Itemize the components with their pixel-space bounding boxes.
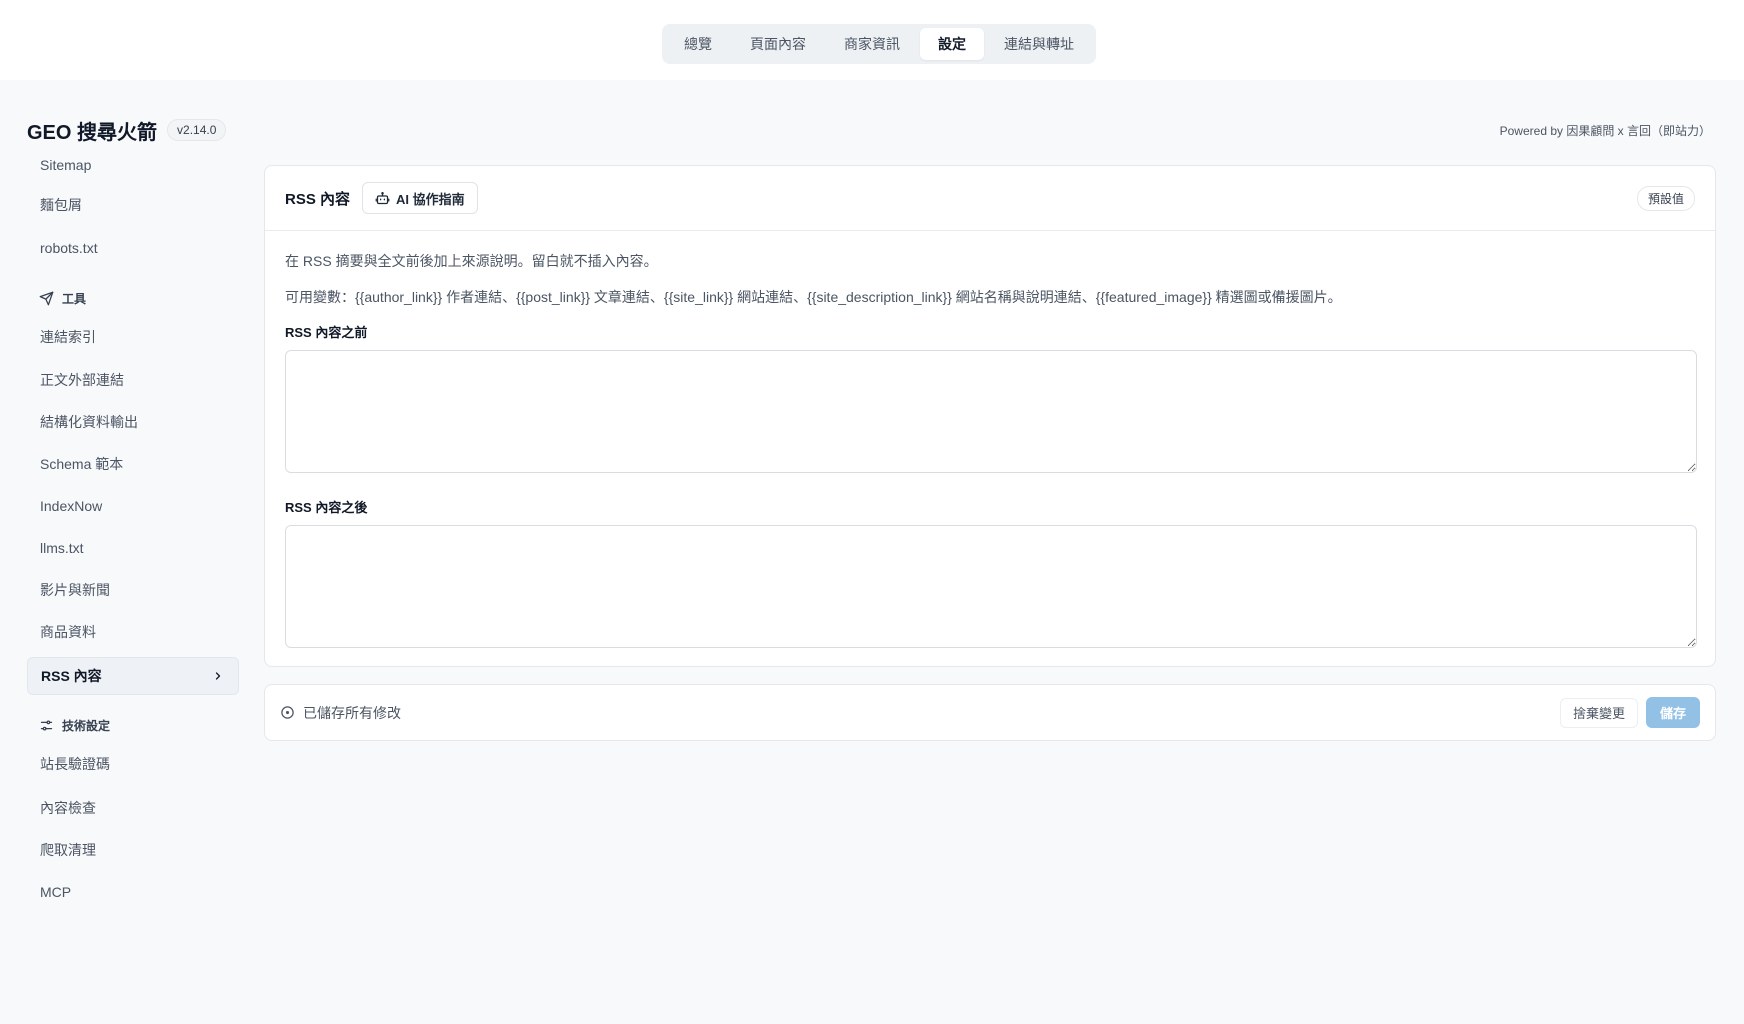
tab-settings[interactable]: 設定 xyxy=(920,28,984,60)
robot-icon xyxy=(375,191,390,204)
sidebar-item-schema-template[interactable]: Schema 範本 xyxy=(27,445,239,483)
sidebar-item-link-index[interactable]: 連結索引 xyxy=(27,318,239,356)
sidebar-group-tools: 工具 xyxy=(39,288,86,308)
sidebar-item-product-data[interactable]: 商品資料 xyxy=(27,613,239,651)
rss-after-textarea[interactable] xyxy=(285,525,1697,648)
sidebar-item-structured-data[interactable]: 結構化資料輸出 xyxy=(27,403,239,441)
default-value-button[interactable]: 預設值 xyxy=(1636,185,1695,211)
save-bar: 已儲存所有修改 捨棄變更 儲存 xyxy=(264,684,1716,741)
save-button[interactable]: 儲存 xyxy=(1645,697,1700,728)
version-badge: v2.14.0 xyxy=(167,119,227,141)
sidebar-item-mcp[interactable]: MCP xyxy=(27,873,239,911)
card-header: RSS 內容 AI 協作指南 預設值 xyxy=(265,166,1715,231)
sidebar-group-tech: 技術設定 xyxy=(39,715,110,735)
sidebar-item-sitemap[interactable]: Sitemap xyxy=(27,152,239,184)
powered-by: Powered by 因果顧問 x 言回（即站力） xyxy=(1499,124,1711,138)
sidebar: Sitemap 麵包屑 robots.txt 工具 連結索引 正文外部連結 結構… xyxy=(27,152,239,912)
chevron-right-icon xyxy=(215,672,221,680)
app-header: GEO 搜尋火箭 v2.14.0 xyxy=(27,116,227,144)
check-circle-icon xyxy=(281,706,294,719)
discard-changes-button[interactable]: 捨棄變更 xyxy=(1559,697,1638,728)
rss-before-textarea[interactable] xyxy=(285,350,1697,473)
top-bar: 總覽 頁面內容 商家資訊 設定 連結與轉址 xyxy=(0,0,1744,80)
variables-text: 可用變數：{{author_link}} 作者連結、{{post_link}} … xyxy=(285,289,1342,305)
tab-business-info[interactable]: 商家資訊 xyxy=(826,28,918,60)
main-tabs: 總覽 頁面內容 商家資訊 設定 連結與轉址 xyxy=(662,24,1096,64)
sidebar-item-external-links[interactable]: 正文外部連結 xyxy=(27,361,239,399)
sidebar-item-llms[interactable]: llms.txt xyxy=(27,529,239,567)
sidebar-item-video-news[interactable]: 影片與新聞 xyxy=(27,571,239,609)
send-icon xyxy=(39,291,54,305)
sidebar-group-label: 工具 xyxy=(62,291,87,306)
tab-links-redirects[interactable]: 連結與轉址 xyxy=(986,28,1092,60)
card-body: 在 RSS 摘要與全文前後加上來源說明。留白就不插入內容。 可用變數：{{aut… xyxy=(265,231,1715,648)
sidebar-item-webmaster-verification[interactable]: 站長驗證碼 xyxy=(27,745,239,783)
sidebar-item-breadcrumb[interactable]: 麵包屑 xyxy=(27,186,239,224)
ai-guide-button[interactable]: AI 協作指南 xyxy=(362,182,478,214)
sidebar-item-crawl-cleanup[interactable]: 爬取清理 xyxy=(27,831,239,869)
after-field-label: RSS 內容之後 xyxy=(285,500,368,515)
rss-content-card: RSS 內容 AI 協作指南 預設值 在 RSS 摘要與全文前後加上來源說明。留… xyxy=(264,165,1716,667)
tab-page-content[interactable]: 頁面內容 xyxy=(732,28,824,60)
sidebar-group-label: 技術設定 xyxy=(62,718,111,733)
saved-status: 已儲存所有修改 xyxy=(280,703,401,723)
sliders-icon xyxy=(40,720,53,730)
sidebar-item-label: RSS 內容 xyxy=(41,668,102,684)
ai-guide-label: AI 協作指南 xyxy=(396,191,465,207)
sidebar-item-robots[interactable]: robots.txt xyxy=(27,229,239,267)
before-field-label: RSS 內容之前 xyxy=(285,325,368,340)
sidebar-item-content-check[interactable]: 內容檢查 xyxy=(27,789,239,827)
app-name: GEO 搜尋火箭 xyxy=(27,121,158,144)
sidebar-item-indexnow[interactable]: IndexNow xyxy=(27,487,239,525)
saved-status-text: 已儲存所有修改 xyxy=(303,704,401,721)
description-text: 在 RSS 摘要與全文前後加上來源說明。留白就不插入內容。 xyxy=(285,253,658,269)
tab-overview[interactable]: 總覽 xyxy=(666,28,730,60)
sidebar-item-rss-content[interactable]: RSS 內容 xyxy=(27,657,239,695)
card-title: RSS 內容 xyxy=(285,190,351,208)
